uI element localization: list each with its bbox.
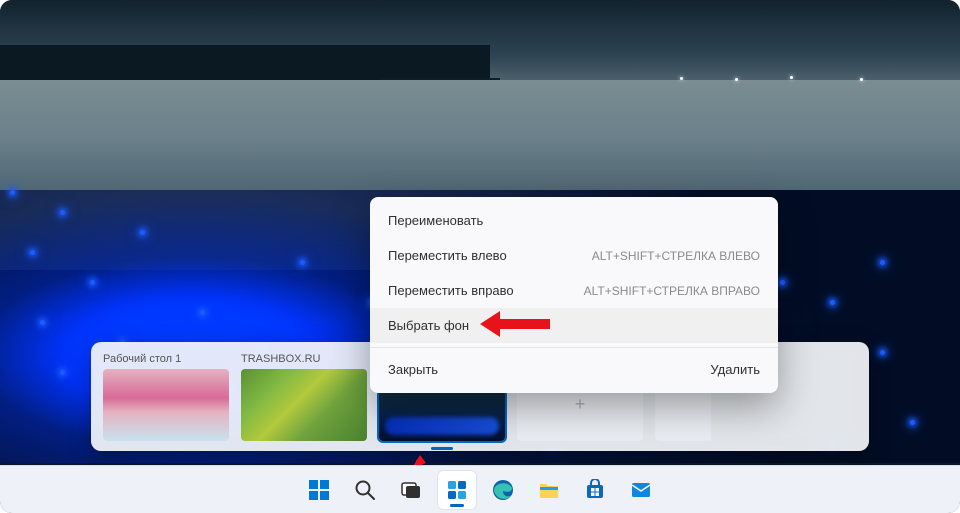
virtual-desktop-1[interactable]: Рабочий стол 1 [103,353,229,441]
store-icon [584,479,606,501]
store-button[interactable] [575,470,615,510]
taskbar [0,465,960,513]
windows-logo-icon [308,479,330,501]
menu-label: Переименовать [388,213,483,228]
desktop-context-menu: Переименовать Переместить влево ALT+SHIF… [370,197,778,393]
widgets-button[interactable] [437,470,477,510]
desktop-label: Рабочий стол 1 [103,353,229,365]
search-icon [354,479,376,501]
screenshot-stage: Рабочий стол 1 TRASHBOX.RU + ий… Переиме… [0,0,960,513]
search-button[interactable] [345,470,385,510]
menu-shortcut: ALT+SHIFT+СТРЕЛКА ВПРАВО [584,284,760,298]
mail-icon [630,479,652,501]
menu-separator [370,347,778,348]
menu-choose-background[interactable]: Выбрать фон [370,308,778,343]
task-view-icon [400,479,422,501]
desktop-label: TRASHBOX.RU [241,353,367,365]
menu-shortcut: ALT+SHIFT+СТРЕЛКА ВЛЕВО [592,249,760,263]
menu-close[interactable]: Закрыть [388,362,438,377]
virtual-desktop-2[interactable]: TRASHBOX.RU [241,353,367,441]
mail-button[interactable] [621,470,661,510]
menu-label: Выбрать фон [388,318,469,333]
edge-button[interactable] [483,470,523,510]
menu-delete[interactable]: Удалить [710,362,760,377]
menu-label: Переместить влево [388,248,507,263]
menu-label: Переместить вправо [388,283,514,298]
task-view-button[interactable] [391,470,431,510]
menu-move-right[interactable]: Переместить вправо ALT+SHIFT+СТРЕЛКА ВПР… [370,273,778,308]
widgets-icon [446,479,468,501]
edge-icon [492,479,514,501]
active-indicator [431,447,453,450]
desktop-thumbnail[interactable] [103,369,229,441]
menu-rename[interactable]: Переименовать [370,203,778,238]
menu-move-left[interactable]: Переместить влево ALT+SHIFT+СТРЕЛКА ВЛЕВ… [370,238,778,273]
desktop-thumbnail[interactable] [241,369,367,441]
start-button[interactable] [299,470,339,510]
folder-icon [538,479,560,501]
annotation-arrow [480,314,550,334]
file-explorer-button[interactable] [529,470,569,510]
